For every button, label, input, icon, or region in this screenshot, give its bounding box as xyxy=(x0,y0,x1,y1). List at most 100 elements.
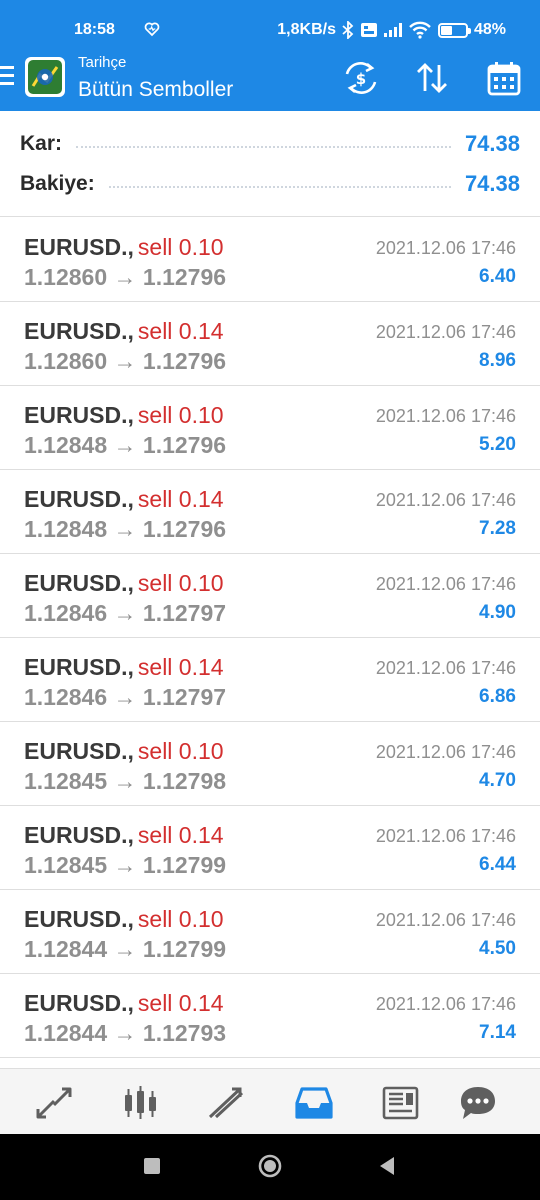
deal-row[interactable]: EURUSD., sell 0.14 1.12848 → 1.12796 2021… xyxy=(0,470,540,554)
deal-time: 2021.12.06 17:46 xyxy=(375,322,516,342)
deal-profit: 4.70 xyxy=(479,770,516,791)
deal-prices: 1.12860 → 1.12796 xyxy=(24,348,226,375)
deal-symbol: EURUSD., xyxy=(24,402,134,428)
summary-panel: Kar: 74.38 Bakiye: 74.38 xyxy=(0,111,540,217)
signal-icon xyxy=(383,23,402,37)
price-arrow: → xyxy=(113,1020,137,1046)
deal-type: sell 0.10 xyxy=(137,906,224,932)
battery-percent: 48% xyxy=(473,21,506,38)
deal-time: 2021.12.06 17:46 xyxy=(375,238,516,258)
deal-open-price: 1.12845 xyxy=(24,852,108,878)
deal-prices: 1.12844 → 1.12799 xyxy=(24,936,226,963)
deal-time: 2021.12.06 17:46 xyxy=(375,574,516,594)
deal-title: EURUSD., sell 0.10 xyxy=(24,570,224,597)
quotes-icon[interactable] xyxy=(32,1081,76,1125)
profit-label: Kar: xyxy=(20,132,63,155)
deal-type: sell 0.10 xyxy=(137,402,224,428)
balance-label: Bakiye: xyxy=(20,172,95,195)
deal-prices: 1.12846 → 1.12797 xyxy=(24,600,226,627)
wifi-icon xyxy=(409,21,431,39)
sort-icon[interactable] xyxy=(412,58,452,98)
deal-row[interactable]: EURUSD., sell 0.14 1.12860 → 1.12796 2021… xyxy=(0,302,540,386)
chat-icon[interactable] xyxy=(456,1081,500,1125)
history-icon[interactable] xyxy=(292,1081,336,1125)
deal-close-price: 1.12796 xyxy=(142,432,227,458)
deal-type: sell 0.14 xyxy=(137,318,224,344)
currency-exchange-icon[interactable]: $ xyxy=(341,58,381,98)
deal-title: EURUSD., sell 0.14 xyxy=(24,990,224,1017)
volte-icon xyxy=(360,23,377,37)
deal-type: sell 0.14 xyxy=(137,990,224,1016)
deal-title: EURUSD., sell 0.10 xyxy=(24,402,224,429)
deal-row[interactable]: EURUSD., sell 0.10 1.12848 → 1.12796 2021… xyxy=(0,386,540,470)
deal-title: EURUSD., sell 0.14 xyxy=(24,654,224,681)
balance-value: 74.38 xyxy=(464,171,520,196)
back-icon[interactable] xyxy=(372,1151,402,1181)
deal-close-price: 1.12793 xyxy=(142,1020,227,1046)
deal-row[interactable]: EURUSD., sell 0.14 1.12846 → 1.12797 2021… xyxy=(0,638,540,722)
deal-profit: 7.28 xyxy=(479,518,516,539)
system-nav-bar xyxy=(0,1134,540,1200)
deal-open-price: 1.12846 xyxy=(24,684,108,710)
deal-profit: 4.50 xyxy=(479,938,516,959)
deal-row[interactable]: EURUSD., sell 0.10 1.12846 → 1.12797 2021… xyxy=(0,554,540,638)
deal-title: EURUSD., sell 0.10 xyxy=(24,906,224,933)
trade-icon[interactable] xyxy=(204,1081,248,1125)
deal-open-price: 1.12844 xyxy=(24,1020,108,1046)
home-icon[interactable] xyxy=(255,1151,285,1181)
deal-close-price: 1.12797 xyxy=(142,684,227,710)
deal-time: 2021.12.06 17:46 xyxy=(375,406,516,426)
deal-open-price: 1.12845 xyxy=(24,768,108,794)
deal-title: EURUSD., sell 0.14 xyxy=(24,822,224,849)
deal-type: sell 0.14 xyxy=(137,486,224,512)
deal-symbol: EURUSD., xyxy=(24,654,134,680)
recents-icon[interactable] xyxy=(137,1151,167,1181)
calendar-icon[interactable] xyxy=(484,58,524,98)
deal-time: 2021.12.06 17:46 xyxy=(375,994,516,1014)
app-title[interactable]: Bütün Semboller xyxy=(78,78,233,102)
price-arrow: → xyxy=(113,768,137,794)
profit-row: Kar: 74.38 xyxy=(20,129,520,159)
deal-prices: 1.12845 → 1.12798 xyxy=(24,768,226,795)
deal-type: sell 0.10 xyxy=(137,234,224,260)
deal-row[interactable]: EURUSD., sell 0.10 1.12845 → 1.12798 2021… xyxy=(0,722,540,806)
deal-title: EURUSD., sell 0.14 xyxy=(24,486,224,513)
price-arrow: → xyxy=(113,432,137,458)
deal-row[interactable]: EURUSD., sell 0.10 1.12844 → 1.12799 2021… xyxy=(0,890,540,974)
deal-prices: 1.12848 → 1.12796 xyxy=(24,516,226,543)
deals-list: EURUSD., sell 0.10 1.12860 → 1.12796 2021… xyxy=(0,218,540,1058)
deal-type: sell 0.14 xyxy=(137,822,224,848)
deal-time: 2021.12.06 17:46 xyxy=(375,658,516,678)
deal-close-price: 1.12796 xyxy=(142,516,227,542)
profit-value: 74.38 xyxy=(464,131,520,156)
deal-open-price: 1.12848 xyxy=(24,432,108,458)
deal-prices: 1.12846 → 1.12797 xyxy=(24,684,226,711)
deal-row[interactable]: EURUSD., sell 0.14 1.12844 → 1.12793 2021… xyxy=(0,974,540,1058)
app-bar: Tarihçe Bütün Semboller $ xyxy=(0,44,540,111)
deal-time: 2021.12.06 17:46 xyxy=(375,490,516,510)
balance-row: Bakiye: 74.38 xyxy=(20,169,520,199)
deal-symbol: EURUSD., xyxy=(24,570,134,596)
deal-time: 2021.12.06 17:46 xyxy=(375,910,516,930)
deal-title: EURUSD., sell 0.14 xyxy=(24,318,224,345)
chart-icon[interactable] xyxy=(118,1081,162,1125)
deal-open-price: 1.12860 xyxy=(24,348,108,374)
news-icon[interactable] xyxy=(378,1081,422,1125)
deal-open-price: 1.12860 xyxy=(24,264,108,290)
deal-profit: 6.44 xyxy=(479,854,516,875)
deal-symbol: EURUSD., xyxy=(24,486,134,512)
heart-icon xyxy=(144,22,160,37)
deal-type: sell 0.14 xyxy=(137,654,224,680)
deal-row[interactable]: EURUSD., sell 0.14 1.12845 → 1.12799 2021… xyxy=(0,806,540,890)
status-time: 18:58 xyxy=(74,21,115,38)
menu-icon[interactable] xyxy=(0,66,14,86)
deal-row[interactable]: EURUSD., sell 0.10 1.12860 → 1.12796 2021… xyxy=(0,218,540,302)
deal-close-price: 1.12799 xyxy=(142,936,227,962)
deal-close-price: 1.12797 xyxy=(142,600,227,626)
deal-title: EURUSD., sell 0.10 xyxy=(24,738,224,765)
deal-profit: 8.96 xyxy=(479,350,516,371)
deal-time: 2021.12.06 17:46 xyxy=(375,742,516,762)
deal-open-price: 1.12844 xyxy=(24,936,108,962)
deal-symbol: EURUSD., xyxy=(24,738,134,764)
battery-level xyxy=(440,25,453,35)
